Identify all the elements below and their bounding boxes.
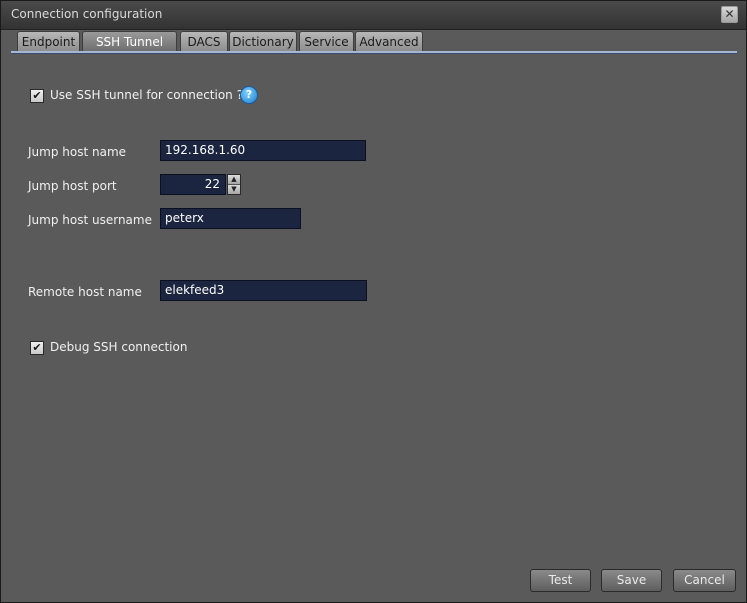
tab-service[interactable]: Service [299, 31, 354, 51]
cancel-button[interactable]: Cancel [673, 569, 736, 592]
jump-host-port-input[interactable]: 22 [160, 174, 226, 195]
title-bar: Connection configuration ✕ [1, 1, 746, 30]
jump-host-port-stepper[interactable]: ▲ ▼ [227, 174, 241, 195]
debug-ssh-label: Debug SSH connection [50, 340, 188, 354]
ssh-tunnel-panel: ✔ Use SSH tunnel for connection ? ? Jump… [1, 53, 746, 602]
tab-endpoint[interactable]: Endpoint [17, 31, 80, 51]
tab-dacs[interactable]: DACS [180, 31, 228, 51]
jump-host-name-input[interactable]: 192.168.1.60 [160, 140, 366, 161]
use-ssh-tunnel-checkbox[interactable]: ✔ [30, 89, 44, 103]
remote-host-name-label: Remote host name [28, 285, 142, 299]
connection-configuration-dialog: Connection configuration ✕ Endpoint SSH … [0, 0, 747, 603]
jump-host-name-label: Jump host name [28, 145, 127, 159]
jump-host-username-label: Jump host username [28, 213, 152, 227]
test-button[interactable]: Test [530, 569, 591, 592]
use-ssh-tunnel-label: Use SSH tunnel for connection ? [50, 88, 243, 102]
tab-dictionary[interactable]: Dictionary [229, 31, 297, 51]
jump-host-port-label: Jump host port [28, 179, 117, 193]
debug-ssh-checkbox[interactable]: ✔ [30, 341, 44, 355]
stepper-down-icon[interactable]: ▼ [228, 185, 240, 194]
remote-host-name-input[interactable]: elekfeed3 [160, 280, 367, 301]
tab-ssh-tunnel[interactable]: SSH Tunnel [82, 31, 177, 51]
jump-host-username-input[interactable]: peterx [160, 208, 301, 229]
save-button[interactable]: Save [601, 569, 662, 592]
dialog-title: Connection configuration [11, 7, 163, 21]
stepper-up-icon[interactable]: ▲ [228, 175, 240, 185]
tab-advanced[interactable]: Advanced [355, 31, 423, 51]
help-icon[interactable]: ? [240, 86, 258, 104]
close-icon[interactable]: ✕ [721, 6, 738, 23]
